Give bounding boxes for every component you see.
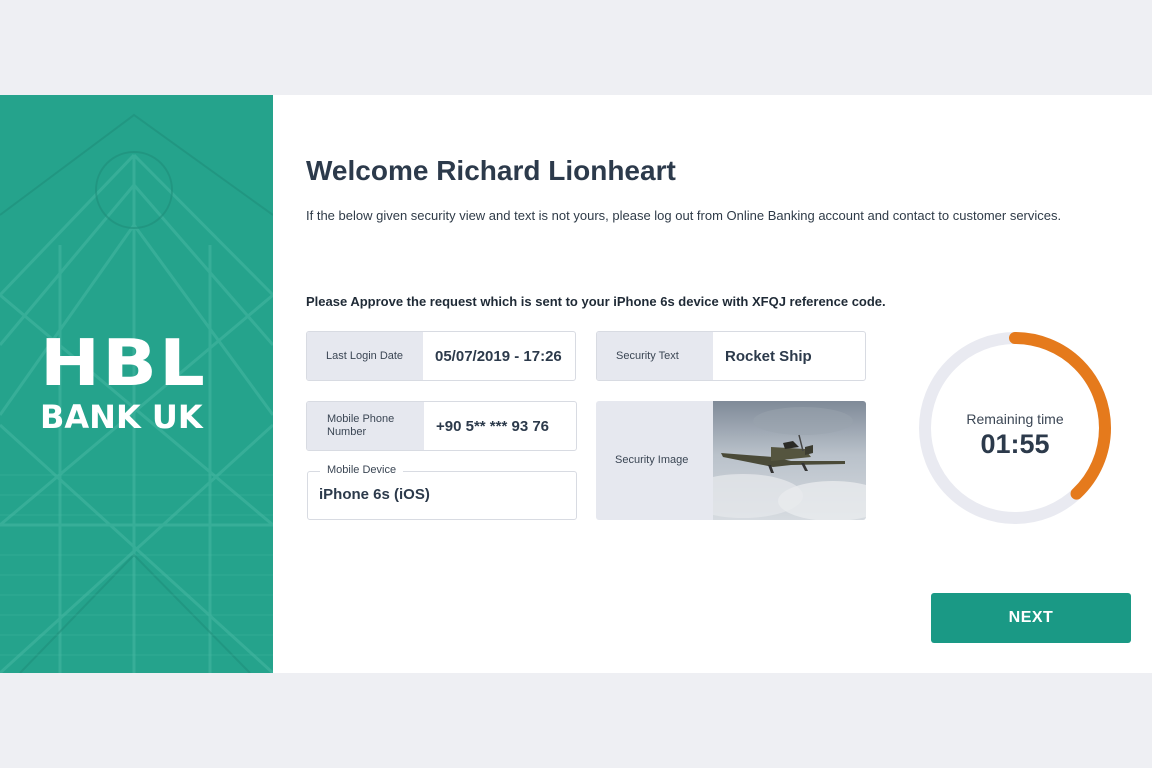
security-image bbox=[713, 401, 866, 520]
timer-ring bbox=[919, 332, 1111, 524]
logo-bank-uk-text: BANK UK bbox=[40, 398, 203, 436]
remaining-time-label: Remaining time bbox=[966, 411, 1064, 427]
mobile-phone-field: Mobile Phone Number +90 5** *** 93 76 bbox=[306, 401, 577, 451]
security-text-field: Security Text Rocket Ship bbox=[596, 331, 866, 381]
last-login-value: 05/07/2019 - 17:26 bbox=[435, 347, 562, 365]
security-image-field: Security Image bbox=[596, 401, 866, 520]
remaining-time-timer: Remaining time 01:55 bbox=[918, 331, 1112, 525]
last-login-label: Last Login Date bbox=[307, 332, 423, 380]
security-text-label: Security Text bbox=[597, 332, 713, 380]
brand-panel: HBL BANK UK bbox=[0, 95, 273, 673]
hbl-logo: HBL BANK UK bbox=[40, 332, 205, 437]
logo-hbl-text: HBL bbox=[40, 327, 208, 401]
remaining-time-value: 01:55 bbox=[980, 429, 1050, 459]
mobile-device-label: Mobile Device bbox=[320, 464, 404, 476]
mobile-phone-label: Mobile Phone Number bbox=[307, 402, 424, 450]
last-login-field: Last Login Date 05/07/2019 - 17:26 bbox=[306, 331, 576, 381]
next-button[interactable]: NEXT bbox=[931, 593, 1131, 643]
security-image-label: Security Image bbox=[596, 401, 713, 520]
mobile-device-value: iPhone 6s (iOS) bbox=[319, 486, 430, 503]
mobile-phone-value: +90 5** *** 93 76 bbox=[436, 417, 550, 435]
security-notice: If the below given security view and tex… bbox=[306, 208, 1062, 223]
main-content: Welcome Richard Lionheart If the below g… bbox=[306, 95, 1136, 673]
page-title: Welcome Richard Lionheart bbox=[306, 155, 676, 186]
airplane-image bbox=[713, 401, 866, 520]
security-text-value: Rocket Ship bbox=[725, 347, 812, 365]
page-frame: HBL BANK UK Welcome Richard Lionheart If… bbox=[0, 95, 1152, 673]
approve-instruction: Please Approve the request which is sent… bbox=[306, 294, 886, 309]
mobile-device-field: Mobile Device iPhone 6s (iOS) bbox=[307, 464, 577, 520]
